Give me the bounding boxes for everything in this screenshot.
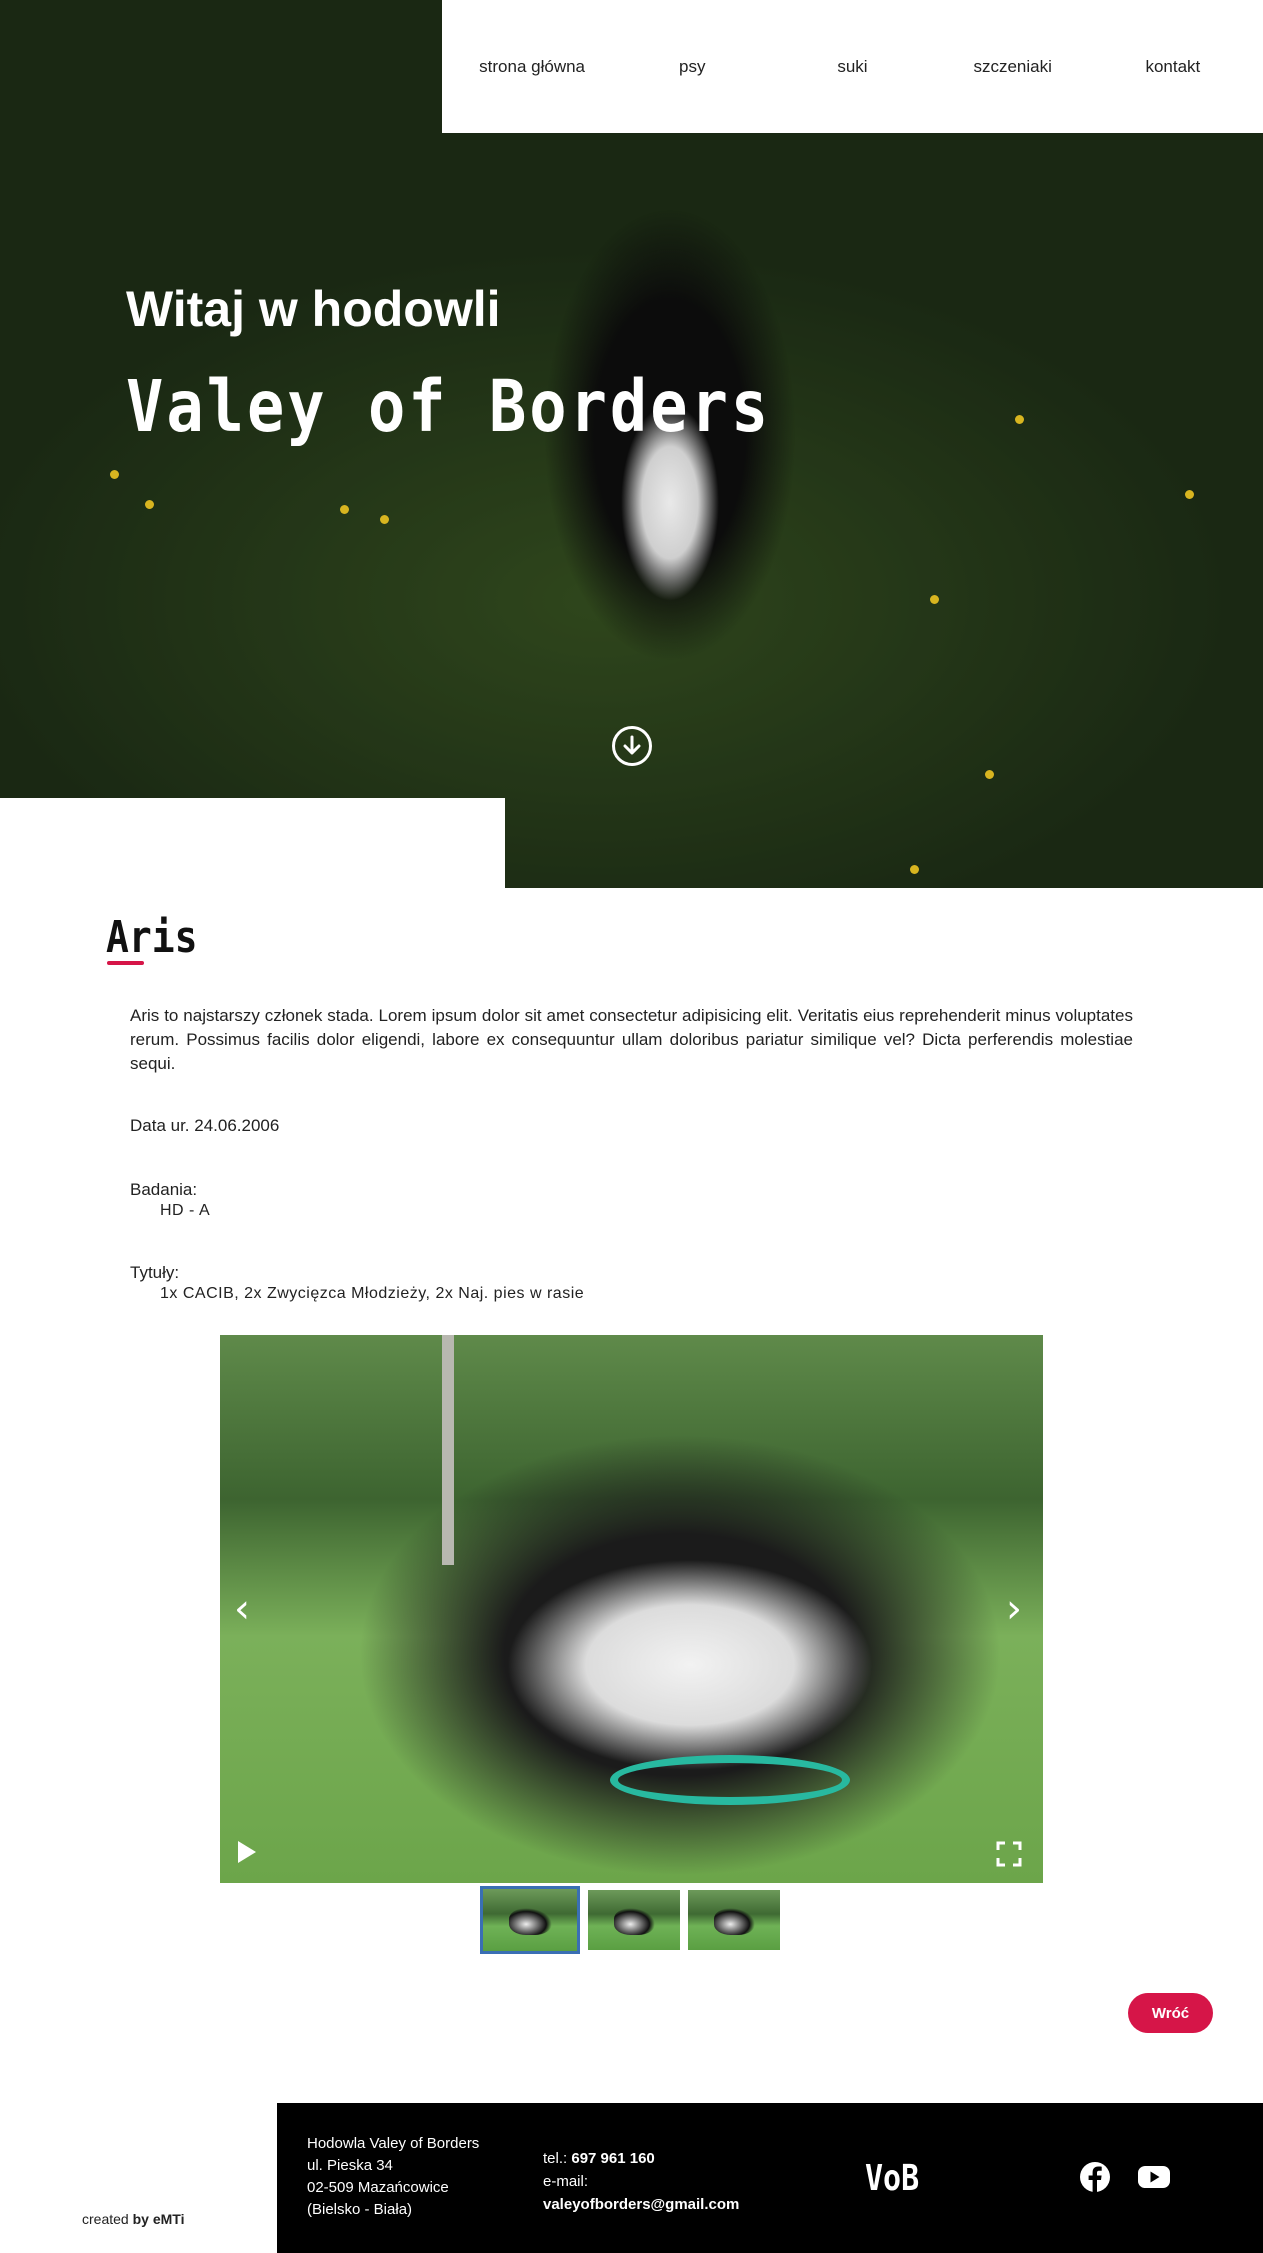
chevron-left-icon[interactable]: ‹: [234, 1589, 250, 1629]
hero-title: Witaj w hodowli: [126, 281, 501, 337]
flower: [110, 470, 119, 479]
scroll-down-icon[interactable]: [612, 726, 652, 766]
gallery-thumbnail[interactable]: [688, 1890, 780, 1950]
heading-underline: [107, 961, 144, 965]
credits: created by eMTi: [82, 2211, 184, 2227]
flower: [380, 515, 389, 524]
nav-item-home[interactable]: strona główna: [457, 57, 607, 77]
hero-brand: Valey of Borders: [126, 364, 772, 449]
credits-author[interactable]: by eMTi: [133, 2211, 185, 2227]
main-nav: strona główna psy suki szczeniaki kontak…: [442, 0, 1263, 133]
address-line: (Bielsko - Biała): [307, 2201, 413, 2218]
footer: Hodowla Valey of Borders ul. Pieska 34 0…: [277, 2103, 1263, 2253]
hero-corner-cut: [0, 798, 505, 888]
email-label: e-mail:: [543, 2173, 589, 2190]
dog-description: Aris to najstarszy członek stada. Lorem …: [130, 1006, 1133, 1073]
facebook-icon[interactable]: [1079, 2161, 1111, 2193]
tests-value: HD - A: [160, 1202, 211, 1219]
phone-number[interactable]: 697 961 160: [571, 2150, 654, 2167]
nav-item-puppies[interactable]: szczeniaki: [938, 57, 1088, 77]
footer-contact: tel.: 697 961 160 e-mail: valeyofborders…: [543, 2147, 739, 2216]
titles-value: 1x CACIB, 2x Zwycięzca Młodzieży, 2x Naj…: [160, 1285, 585, 1302]
thumbnail-dog: [713, 1908, 756, 1935]
flower: [1185, 490, 1194, 499]
nav-item-contact[interactable]: kontakt: [1098, 57, 1248, 77]
phone-label: tel.:: [543, 2150, 572, 2167]
email-address[interactable]: valeyofborders@gmail.com: [543, 2196, 739, 2213]
flower: [910, 865, 919, 874]
address-line: 02-509 Mazańcowice: [307, 2179, 449, 2196]
thumbnail-dog: [613, 1908, 656, 1935]
gallery-thumbnails: [480, 1886, 780, 1954]
flower: [145, 500, 154, 509]
footer-address: Hodowla Valey of Borders ul. Pieska 34 0…: [307, 2133, 479, 2221]
credits-prefix: created: [82, 2211, 133, 2227]
thumbnail-dog: [509, 1907, 552, 1936]
gallery-thumbnail[interactable]: [480, 1886, 580, 1954]
nav-item-dogs[interactable]: psy: [617, 57, 767, 77]
birth-date: Data ur. 24.06.2006: [130, 1116, 280, 1135]
youtube-icon[interactable]: [1137, 2161, 1171, 2193]
flower: [985, 770, 994, 779]
nav-item-bitches[interactable]: suki: [777, 57, 927, 77]
fullscreen-icon[interactable]: [996, 1841, 1022, 1867]
gallery-photo-background: [442, 1335, 454, 1565]
tests-label: Badania:: [130, 1180, 198, 1199]
arrow-down-icon: [623, 735, 641, 755]
gallery-photo-frisbee: [610, 1755, 850, 1805]
dog-name-heading: Aris: [106, 911, 198, 963]
flower: [340, 505, 349, 514]
flower: [930, 595, 939, 604]
photo-gallery[interactable]: ‹ ›: [220, 1335, 1043, 1883]
footer-logo[interactable]: VoB: [865, 2158, 919, 2200]
address-line: ul. Pieska 34: [307, 2157, 393, 2174]
address-line: Hodowla Valey of Borders: [307, 2135, 480, 2152]
phone-line: tel.: 697 961 160: [543, 2147, 739, 2170]
play-icon[interactable]: [238, 1841, 256, 1863]
hero-section: Witaj w hodowli Valey of Borders: [0, 0, 1263, 888]
chevron-right-icon[interactable]: ›: [1006, 1589, 1022, 1629]
back-button[interactable]: Wróć: [1128, 1993, 1213, 2033]
gallery-thumbnail[interactable]: [588, 1890, 680, 1950]
flower: [1015, 415, 1024, 424]
titles-label: Tytuły:: [130, 1263, 180, 1282]
